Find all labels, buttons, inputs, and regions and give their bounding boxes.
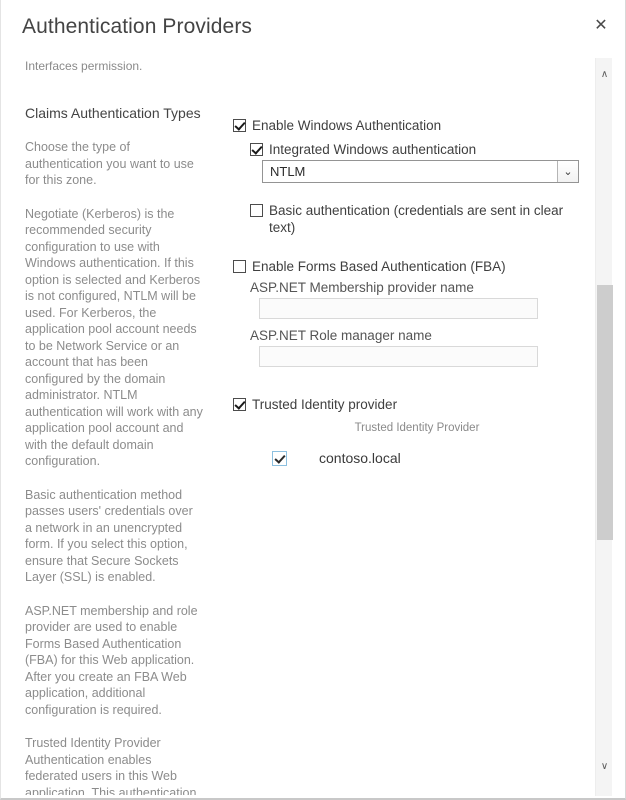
close-button[interactable]: ✕ — [585, 10, 617, 40]
enable-fba-label[interactable]: Enable Forms Based Authentication (FBA) — [252, 258, 506, 275]
enable-windows-authentication-label[interactable]: Enable Windows Authentication — [252, 117, 441, 134]
enable-windows-authentication-row[interactable]: Enable Windows Authentication — [233, 117, 441, 134]
description-paragraph-4: ASP.NET membership and role provider are… — [25, 603, 198, 717]
provider-checkbox-cell — [239, 450, 319, 466]
role-manager-input[interactable] — [259, 346, 538, 367]
integrated-windows-authentication-row[interactable]: Integrated Windows authentication — [250, 141, 476, 158]
close-icon: ✕ — [594, 15, 608, 34]
authentication-providers-dialog: Authentication Providers ✕ Interfaces pe… — [0, 0, 626, 800]
trusted-identity-provider-table: Trusted Identity Provider contoso.local — [239, 420, 569, 467]
trusted-identity-provider-row[interactable]: Trusted Identity provider — [233, 396, 397, 413]
vertical-scrollbar[interactable]: ∧ ∨ — [595, 58, 613, 796]
dialog-titlebar: Authentication Providers ✕ — [1, 0, 625, 55]
dialog-content: Interfaces permission. Claims Authentica… — [1, 55, 584, 795]
description-paragraph-1: Choose the type of authentication you wa… — [25, 140, 194, 187]
enable-windows-authentication-checkbox[interactable] — [233, 119, 246, 132]
trusted-identity-provider-checkbox[interactable] — [233, 398, 246, 411]
membership-provider-input[interactable] — [259, 298, 538, 319]
basic-authentication-checkbox[interactable] — [250, 204, 263, 217]
enable-fba-checkbox[interactable] — [233, 260, 246, 273]
trusted-identity-provider-label[interactable]: Trusted Identity provider — [252, 396, 397, 413]
integrated-auth-mode-select[interactable]: NTLM ⌄ — [262, 160, 579, 183]
provider-row-name: contoso.local — [319, 450, 401, 466]
section-heading-claims: Claims Authentication Types — [25, 105, 201, 121]
page-title: Authentication Providers — [22, 15, 253, 38]
description-paragraph-3: Basic authentication method passes users… — [25, 487, 193, 585]
integrated-auth-mode-value: NTLM — [270, 164, 306, 179]
description-paragraph-5: Trusted Identity Provider Authentication… — [25, 736, 197, 795]
scroll-up-icon[interactable]: ∧ — [596, 66, 613, 83]
basic-authentication-label[interactable]: Basic authentication (credentials are se… — [269, 202, 581, 236]
enable-fba-row[interactable]: Enable Forms Based Authentication (FBA) — [233, 258, 506, 275]
integrated-windows-authentication-checkbox[interactable] — [250, 143, 263, 156]
scroll-down-icon[interactable]: ∨ — [596, 758, 613, 775]
provider-row-checkbox[interactable] — [271, 450, 287, 466]
provider-table-header: Trusted Identity Provider — [354, 422, 480, 434]
chevron-down-icon[interactable]: ⌄ — [557, 161, 578, 182]
scrollbar-thumb[interactable] — [597, 285, 613, 540]
basic-authentication-row[interactable]: Basic authentication (credentials are se… — [250, 202, 581, 236]
table-row[interactable]: contoso.local — [239, 449, 569, 467]
description-column: Interfaces permission. Claims Authentica… — [25, 55, 203, 795]
intro-text: Interfaces permission. — [25, 59, 143, 73]
role-manager-label: ASP.NET Role manager name — [250, 328, 432, 343]
integrated-windows-authentication-label[interactable]: Integrated Windows authentication — [269, 141, 476, 158]
description-paragraph-2: Negotiate (Kerberos) is the recommended … — [25, 206, 203, 469]
membership-provider-label: ASP.NET Membership provider name — [250, 280, 474, 295]
